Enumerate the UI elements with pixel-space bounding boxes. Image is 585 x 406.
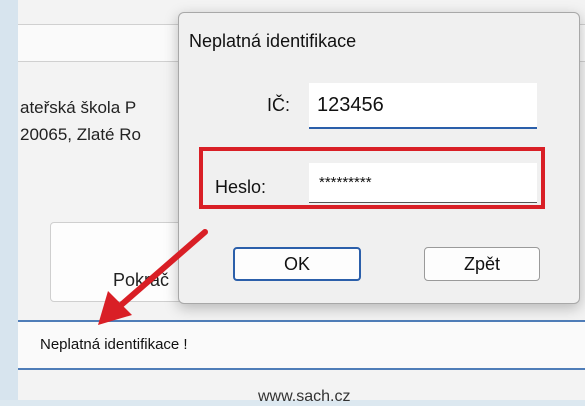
annotation-arrow-icon xyxy=(98,229,208,325)
